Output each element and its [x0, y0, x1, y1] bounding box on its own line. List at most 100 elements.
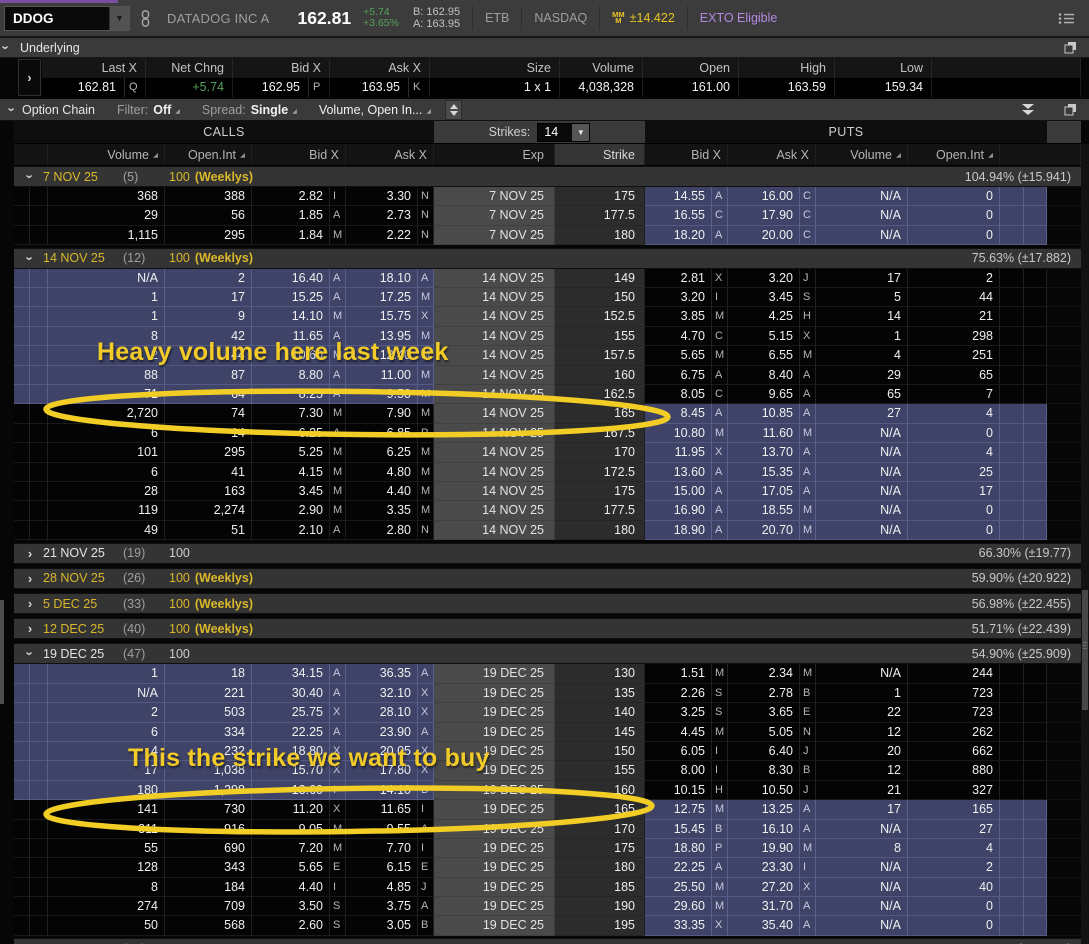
- put-bid-cell[interactable]: 5.65: [645, 346, 712, 365]
- call-ask-cell[interactable]: 11.65: [346, 800, 418, 819]
- call-bid-cell[interactable]: 6.25: [252, 424, 330, 443]
- option-row[interactable]: N/A216.40A18.10A14 NOV 251492.81X3.20J17…: [14, 269, 1081, 288]
- chevron-right-icon[interactable]: ›: [23, 546, 37, 561]
- spread-dropdown[interactable]: Spread: Single ◢: [202, 103, 297, 117]
- symbol-dropdown-button[interactable]: ▼: [109, 7, 129, 30]
- put-ask-cell[interactable]: 35.40: [728, 916, 800, 935]
- call-bid-cell[interactable]: 7.30: [252, 404, 330, 423]
- call-ask-cell[interactable]: 3.35: [346, 501, 418, 520]
- put-ask-cell[interactable]: 23.30: [728, 858, 800, 877]
- put-ask-cell[interactable]: 17.05: [728, 482, 800, 501]
- put-ask-cell[interactable]: 3.45: [728, 288, 800, 307]
- call-bid-cell[interactable]: 2.90: [252, 501, 330, 520]
- call-ask-cell[interactable]: 36.35: [346, 664, 418, 683]
- call-bid-cell[interactable]: 16.40: [252, 269, 330, 288]
- option-row[interactable]: 1012955.25M6.25M14 NOV 2517011.95X13.70A…: [14, 443, 1081, 462]
- put-bid-cell[interactable]: 4.70: [645, 327, 712, 346]
- call-ask-cell[interactable]: 3.75: [346, 897, 418, 916]
- call-bid-cell[interactable]: 3.45: [252, 482, 330, 501]
- option-row[interactable]: 29561.85A2.73N7 NOV 25177.516.55C17.90CN…: [14, 206, 1081, 225]
- chevron-right-icon[interactable]: ›: [23, 571, 37, 586]
- put-ask-cell[interactable]: 31.70: [728, 897, 800, 916]
- option-row[interactable]: 2747093.50S3.75A19 DEC 2519029.60M31.70A…: [14, 897, 1081, 916]
- put-ask-header[interactable]: Ask X: [728, 144, 816, 166]
- put-bid-cell[interactable]: 6.05: [645, 742, 712, 761]
- call-bid-cell[interactable]: 2.60: [252, 916, 330, 935]
- put-ask-cell[interactable]: 19.90: [728, 839, 800, 858]
- put-ask-cell[interactable]: 13.25: [728, 800, 800, 819]
- call-bid-cell[interactable]: 1.84: [252, 226, 330, 245]
- put-bid-header[interactable]: Bid X: [645, 144, 728, 166]
- dropdown-arrow-icon[interactable]: ▼: [572, 124, 589, 141]
- put-ask-cell[interactable]: 3.20: [728, 269, 800, 288]
- call-ask-cell[interactable]: 28.10: [346, 703, 418, 722]
- put-ask-cell[interactable]: 16.10: [728, 820, 800, 839]
- option-row[interactable]: 11834.15A36.35A19 DEC 251301.51M2.34MN/A…: [14, 664, 1081, 683]
- call-ask-cell[interactable]: 6.25: [346, 443, 418, 462]
- put-bid-cell[interactable]: 29.60: [645, 897, 712, 916]
- expiration-group-header[interactable]: ›21 NOV 25(19)10066.30% (±19.77): [14, 543, 1081, 564]
- put-bid-cell[interactable]: 16.55: [645, 206, 712, 225]
- call-ask-cell[interactable]: 4.40: [346, 482, 418, 501]
- call-bid-cell[interactable]: 15.25: [252, 288, 330, 307]
- put-ask-cell[interactable]: 6.40: [728, 742, 800, 761]
- option-row[interactable]: 505682.60S3.05B19 DEC 2519533.35X35.40AN…: [14, 916, 1081, 935]
- call-bid-cell[interactable]: 15.70: [252, 761, 330, 780]
- call-bid-cell[interactable]: 1.85: [252, 206, 330, 225]
- put-ask-cell[interactable]: 13.70: [728, 443, 800, 462]
- call-ask-cell[interactable]: 12.40: [346, 346, 418, 365]
- row-spinner[interactable]: [445, 100, 462, 120]
- put-ask-cell[interactable]: 6.55: [728, 346, 800, 365]
- call-bid-cell[interactable]: 2.82: [252, 187, 330, 206]
- call-ask-cell[interactable]: 4.85: [346, 878, 418, 897]
- menu-list-icon[interactable]: [1058, 12, 1075, 25]
- option-row[interactable]: 24410.60M12.40M14 NOV 25157.55.65M6.55M4…: [14, 346, 1081, 365]
- put-bid-cell[interactable]: 25.50: [645, 878, 712, 897]
- expiration-group-header[interactable]: ›16 JAN 26(75)10051.68% (±29.062): [14, 938, 1081, 944]
- call-ask-header[interactable]: Ask X: [346, 144, 434, 166]
- put-ask-cell[interactable]: 27.20: [728, 878, 800, 897]
- option-row[interactable]: 71648.25A9.50M14 NOV 25162.58.05C9.65A65…: [14, 385, 1081, 404]
- call-ask-cell[interactable]: 11.00: [346, 366, 418, 385]
- put-ask-cell[interactable]: 17.90: [728, 206, 800, 225]
- call-ask-cell[interactable]: 17.25: [346, 288, 418, 307]
- put-bid-cell[interactable]: 2.81: [645, 269, 712, 288]
- put-bid-cell[interactable]: 11.95: [645, 443, 712, 462]
- put-ask-cell[interactable]: 20.00: [728, 226, 800, 245]
- chevron-down-icon[interactable]: ›: [23, 251, 38, 265]
- call-open-interest-header[interactable]: Open.Int◢: [165, 144, 252, 166]
- spinner-down-icon[interactable]: [450, 111, 458, 116]
- option-row[interactable]: 11715.25A17.25M14 NOV 251503.20I3.45S544: [14, 288, 1081, 307]
- filter-dropdown[interactable]: Filter: Off ◢: [117, 103, 180, 117]
- option-row[interactable]: 281633.45M4.40M14 NOV 2517515.00A17.05AN…: [14, 482, 1081, 501]
- call-ask-cell[interactable]: 6.15: [346, 858, 418, 877]
- call-ask-cell[interactable]: 13.95: [346, 327, 418, 346]
- option-row[interactable]: 3683882.82I3.30N7 NOV 2517514.55A16.00CN…: [14, 187, 1081, 206]
- call-ask-cell[interactable]: 3.30: [346, 187, 418, 206]
- put-bid-cell[interactable]: 12.75: [645, 800, 712, 819]
- put-ask-cell[interactable]: 11.60: [728, 424, 800, 443]
- call-bid-cell[interactable]: 4.40: [252, 878, 330, 897]
- put-ask-cell[interactable]: 9.65: [728, 385, 800, 404]
- put-ask-cell[interactable]: 4.25: [728, 307, 800, 326]
- option-row[interactable]: 250325.75X28.10X19 DEC 251403.25S3.65E22…: [14, 703, 1081, 722]
- call-ask-cell[interactable]: 23.90: [346, 723, 418, 742]
- call-bid-cell[interactable]: 7.20: [252, 839, 330, 858]
- option-row[interactable]: 49512.10A2.80N14 NOV 2518018.90A20.70MN/…: [14, 521, 1081, 540]
- left-scrollbar-thumb[interactable]: [0, 600, 4, 704]
- option-row[interactable]: 633422.25A23.90A19 DEC 251454.45M5.05N12…: [14, 723, 1081, 742]
- call-bid-cell[interactable]: 10.60: [252, 346, 330, 365]
- put-bid-cell[interactable]: 22.25: [645, 858, 712, 877]
- call-ask-cell[interactable]: 9.55: [346, 820, 418, 839]
- put-ask-cell[interactable]: 10.50: [728, 781, 800, 800]
- call-bid-cell[interactable]: 11.20: [252, 800, 330, 819]
- link-icon[interactable]: [140, 10, 151, 27]
- symbol-input[interactable]: DDOG ▼: [4, 6, 130, 31]
- call-ask-cell[interactable]: 9.50: [346, 385, 418, 404]
- put-bid-cell[interactable]: 16.90: [645, 501, 712, 520]
- chevron-right-icon[interactable]: ›: [23, 596, 37, 611]
- put-open-interest-header[interactable]: Open.Int◢: [908, 144, 1000, 166]
- put-bid-cell[interactable]: 15.00: [645, 482, 712, 501]
- put-volume-header[interactable]: Volume◢: [816, 144, 908, 166]
- underlying-expander[interactable]: ›: [18, 59, 41, 96]
